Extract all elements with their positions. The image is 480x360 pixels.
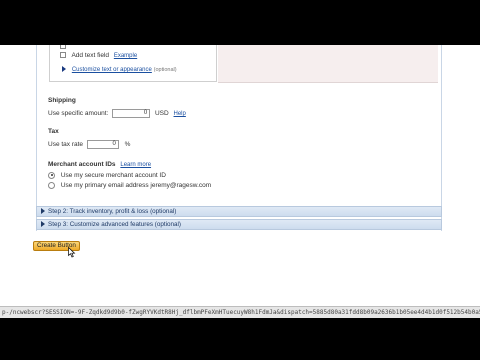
mouse-pointer-icon	[68, 247, 76, 258]
email-label: Use my primary email address jeremy@rage…	[60, 182, 212, 189]
merchant-option-secure[interactable]: Use my secure merchant account ID	[48, 171, 166, 180]
shipping-amount-input[interactable]: 0	[112, 109, 151, 118]
merchant-option-email[interactable]: Use my primary email address jeremy@rage…	[48, 181, 211, 190]
expand-triangle-icon	[41, 221, 45, 228]
learn-more-link[interactable]: Learn more	[120, 162, 151, 168]
expand-triangle-icon	[62, 66, 66, 73]
paypal-button-form: Add text field Example Customize text or…	[0, 45, 480, 306]
browser-status-bar: p-/ncwebscr?SESSION=-9F-Zqdkd9d9b0-fZwgR…	[0, 306, 480, 318]
example-link[interactable]: Example	[114, 53, 137, 59]
merchant-heading: Merchant account IDs	[48, 161, 116, 168]
add-text-field-checkbox[interactable]	[60, 52, 66, 59]
customize-text-appearance[interactable]: Customize text or appearance (optional)	[62, 65, 177, 75]
expand-triangle-icon	[41, 208, 45, 215]
video-letterbox-bottom	[0, 318, 480, 360]
tax-heading: Tax	[48, 128, 59, 135]
email-radio[interactable]	[48, 181, 55, 189]
add-text-field-label: Add text field	[71, 52, 110, 59]
tax-row: Use tax rate 0 %	[48, 140, 130, 149]
step-3-label: Step 3: Customize advanced features (opt…	[48, 221, 182, 228]
step-2-label: Step 2: Track inventory, profit & loss (…	[48, 208, 177, 215]
shipping-label: Use specific amount:	[48, 110, 109, 118]
currency-label: USD	[154, 110, 169, 118]
shipping-heading: Shipping	[48, 97, 76, 104]
add-text-field-option[interactable]: Add text field Example	[60, 51, 137, 61]
shipping-help-link[interactable]: Help	[174, 111, 186, 117]
secure-id-radio[interactable]	[48, 171, 55, 179]
percent-label: %	[124, 141, 131, 149]
step-3-bar[interactable]: Step 3: Customize advanced features (opt…	[36, 219, 442, 230]
button-preview-area	[218, 45, 438, 83]
customize-text-link[interactable]: Customize text or appearance	[72, 67, 152, 73]
shipping-row: Use specific amount: 0 USD Help	[48, 109, 186, 119]
tax-rate-input[interactable]: 0	[86, 140, 119, 149]
secure-id-label: Use my secure merchant account ID	[60, 172, 166, 179]
customize-options-box: Add text field Example Customize text or…	[49, 45, 217, 82]
step-2-bar[interactable]: Step 2: Track inventory, profit & loss (…	[36, 206, 442, 217]
tax-label: Use tax rate	[48, 141, 84, 149]
optional-note: (optional)	[153, 67, 177, 73]
merchant-heading-row: Merchant account IDs Learn more	[48, 160, 151, 170]
video-letterbox-top	[0, 0, 480, 45]
